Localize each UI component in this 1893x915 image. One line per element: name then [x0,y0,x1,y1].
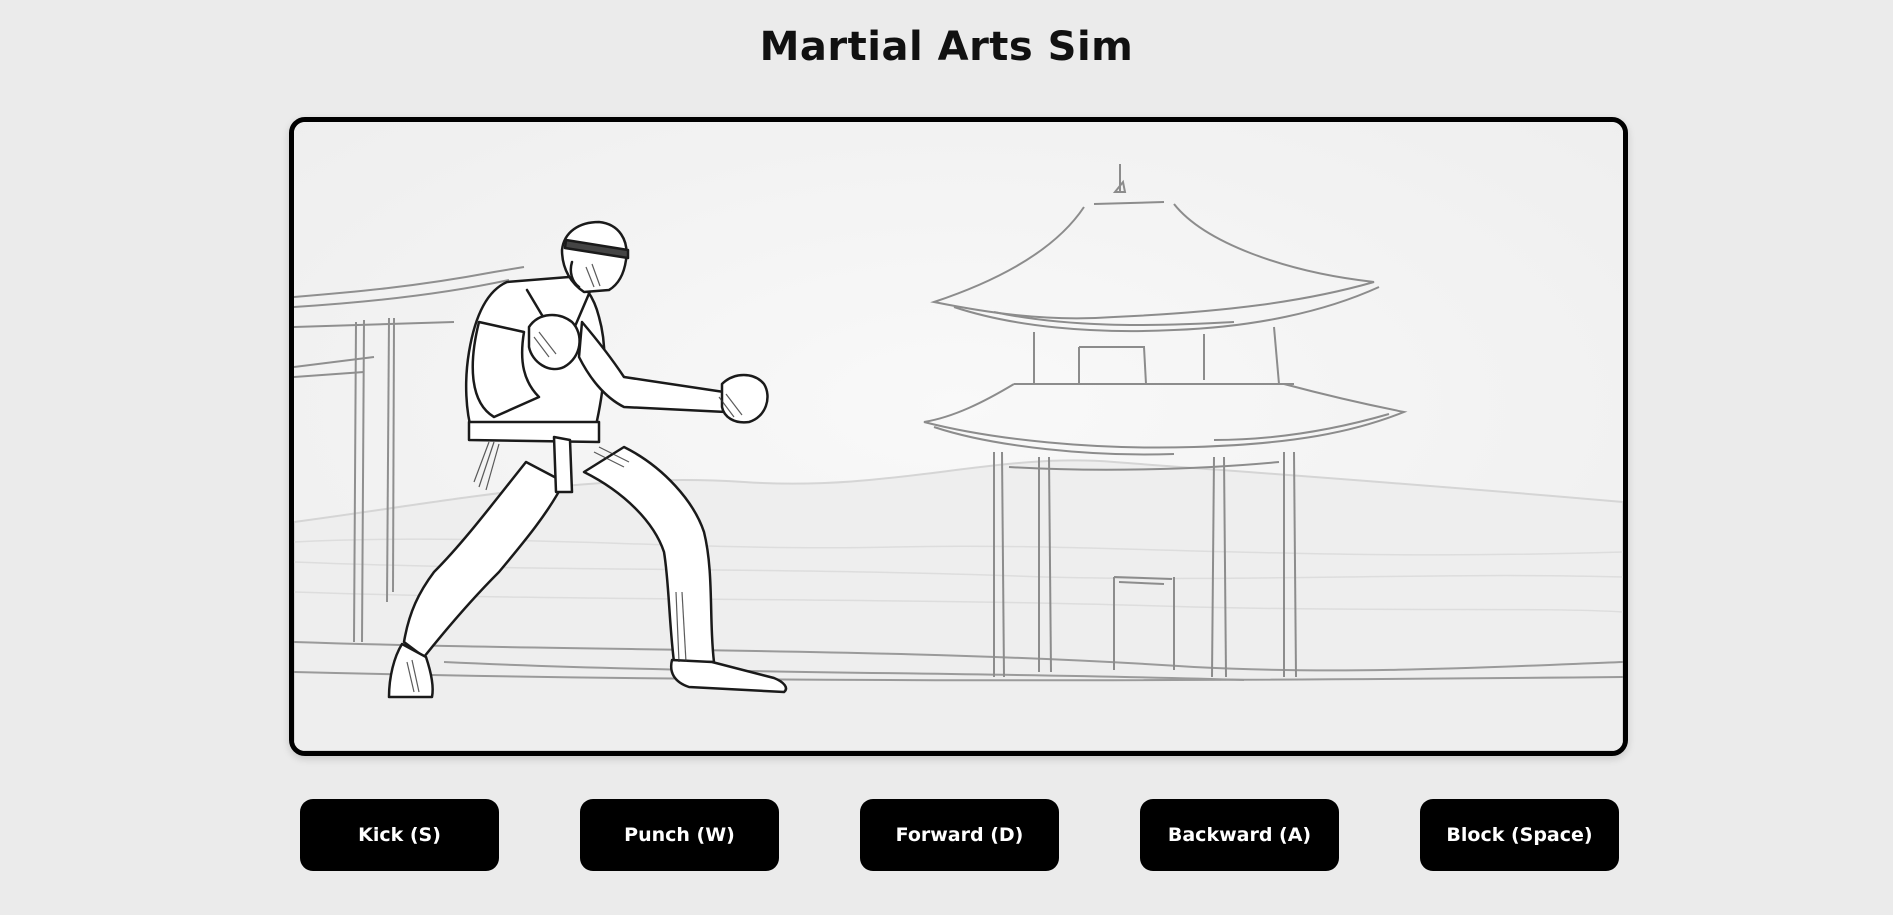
game-stage[interactable] [289,117,1628,756]
control-bar: Kick (S) Punch (W) Forward (D) Backward … [0,799,1893,871]
page-title: Martial Arts Sim [759,24,1134,70]
game-canvas[interactable] [294,122,1623,751]
block-button[interactable]: Block (Space) [1420,799,1619,871]
kick-button[interactable]: Kick (S) [300,799,499,871]
punch-button[interactable]: Punch (W) [580,799,779,871]
forward-button[interactable]: Forward (D) [860,799,1059,871]
backward-button[interactable]: Backward (A) [1140,799,1339,871]
game-page: Martial Arts Sim Kick (S) Punch (W) Forw… [0,0,1893,915]
